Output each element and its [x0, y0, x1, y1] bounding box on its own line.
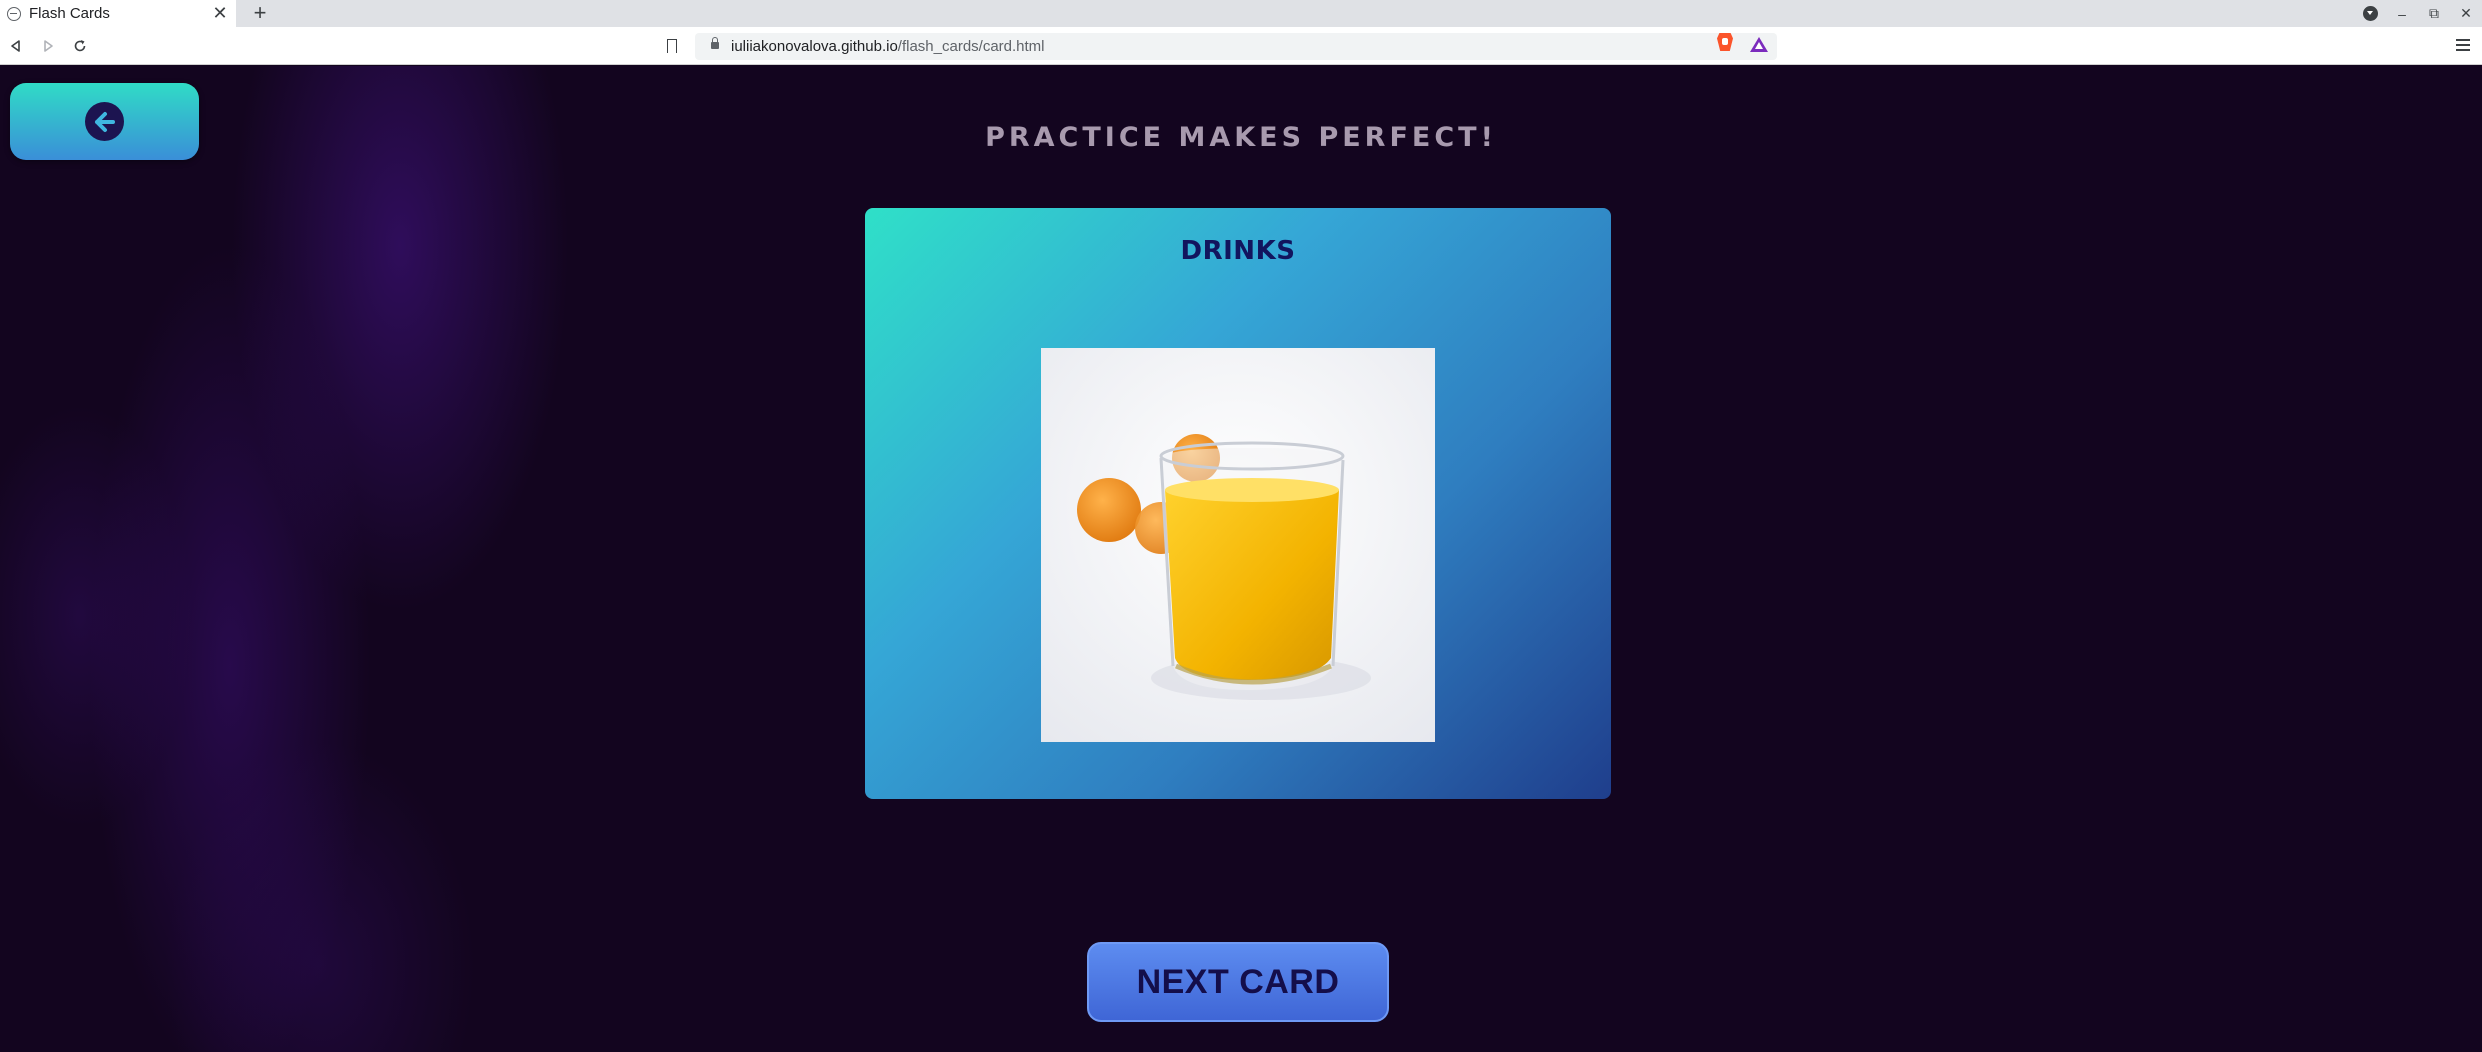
card-image-orange-juice — [1041, 348, 1435, 742]
hamburger-menu-icon[interactable] — [2456, 39, 2470, 51]
new-tab-button[interactable]: + — [248, 0, 272, 25]
brave-rewards-icon[interactable] — [1750, 37, 1768, 52]
bookmark-icon[interactable] — [667, 39, 677, 54]
lock-icon[interactable] — [711, 37, 719, 49]
globe-icon — [7, 6, 21, 21]
tab-close-icon[interactable]: ✕ — [210, 3, 230, 24]
reload-button[interactable] — [68, 34, 92, 58]
browser-tab[interactable]: Flash Cards ✕ — [0, 0, 236, 27]
card-category-title: DRINKS — [1180, 236, 1296, 266]
reload-icon — [74, 40, 86, 52]
url-text[interactable]: iuliiakonovalova.github.io/flash_cards/c… — [731, 38, 1045, 55]
next-card-label: NEXT CARD — [1136, 962, 1340, 1001]
forward-icon — [44, 40, 53, 52]
back-nav-button[interactable] — [4, 34, 28, 58]
browser-tab-strip: Flash Cards ✕ + – ⧉ ✕ — [0, 0, 2482, 27]
minimize-button[interactable]: – — [2386, 0, 2418, 27]
restore-button[interactable]: ⧉ — [2418, 0, 2450, 27]
url-path: /flash_cards/card.html — [897, 38, 1045, 55]
tab-title: Flash Cards — [29, 5, 110, 22]
close-window-button[interactable]: ✕ — [2450, 0, 2482, 27]
browser-toolbar: iuliiakonovalova.github.io/flash_cards/c… — [0, 27, 2482, 65]
page-content: PRACTICE MAKES PERFECT! DRINKS NEXT CARD — [0, 66, 2482, 1052]
chevron-down-circle-icon — [2362, 6, 2378, 21]
window-controls: – ⧉ ✕ — [2354, 0, 2482, 27]
page-title: PRACTICE MAKES PERFECT! — [985, 122, 1497, 153]
forward-nav-button[interactable] — [36, 34, 60, 58]
next-card-button[interactable]: NEXT CARD — [1087, 942, 1389, 1022]
tab-search-button[interactable] — [2354, 0, 2386, 27]
address-bar[interactable]: iuliiakonovalova.github.io/flash_cards/c… — [667, 33, 1777, 60]
flash-card[interactable]: DRINKS — [865, 208, 1611, 799]
back-icon — [11, 40, 20, 52]
url-host: iuliiakonovalova.github.io — [731, 38, 898, 55]
